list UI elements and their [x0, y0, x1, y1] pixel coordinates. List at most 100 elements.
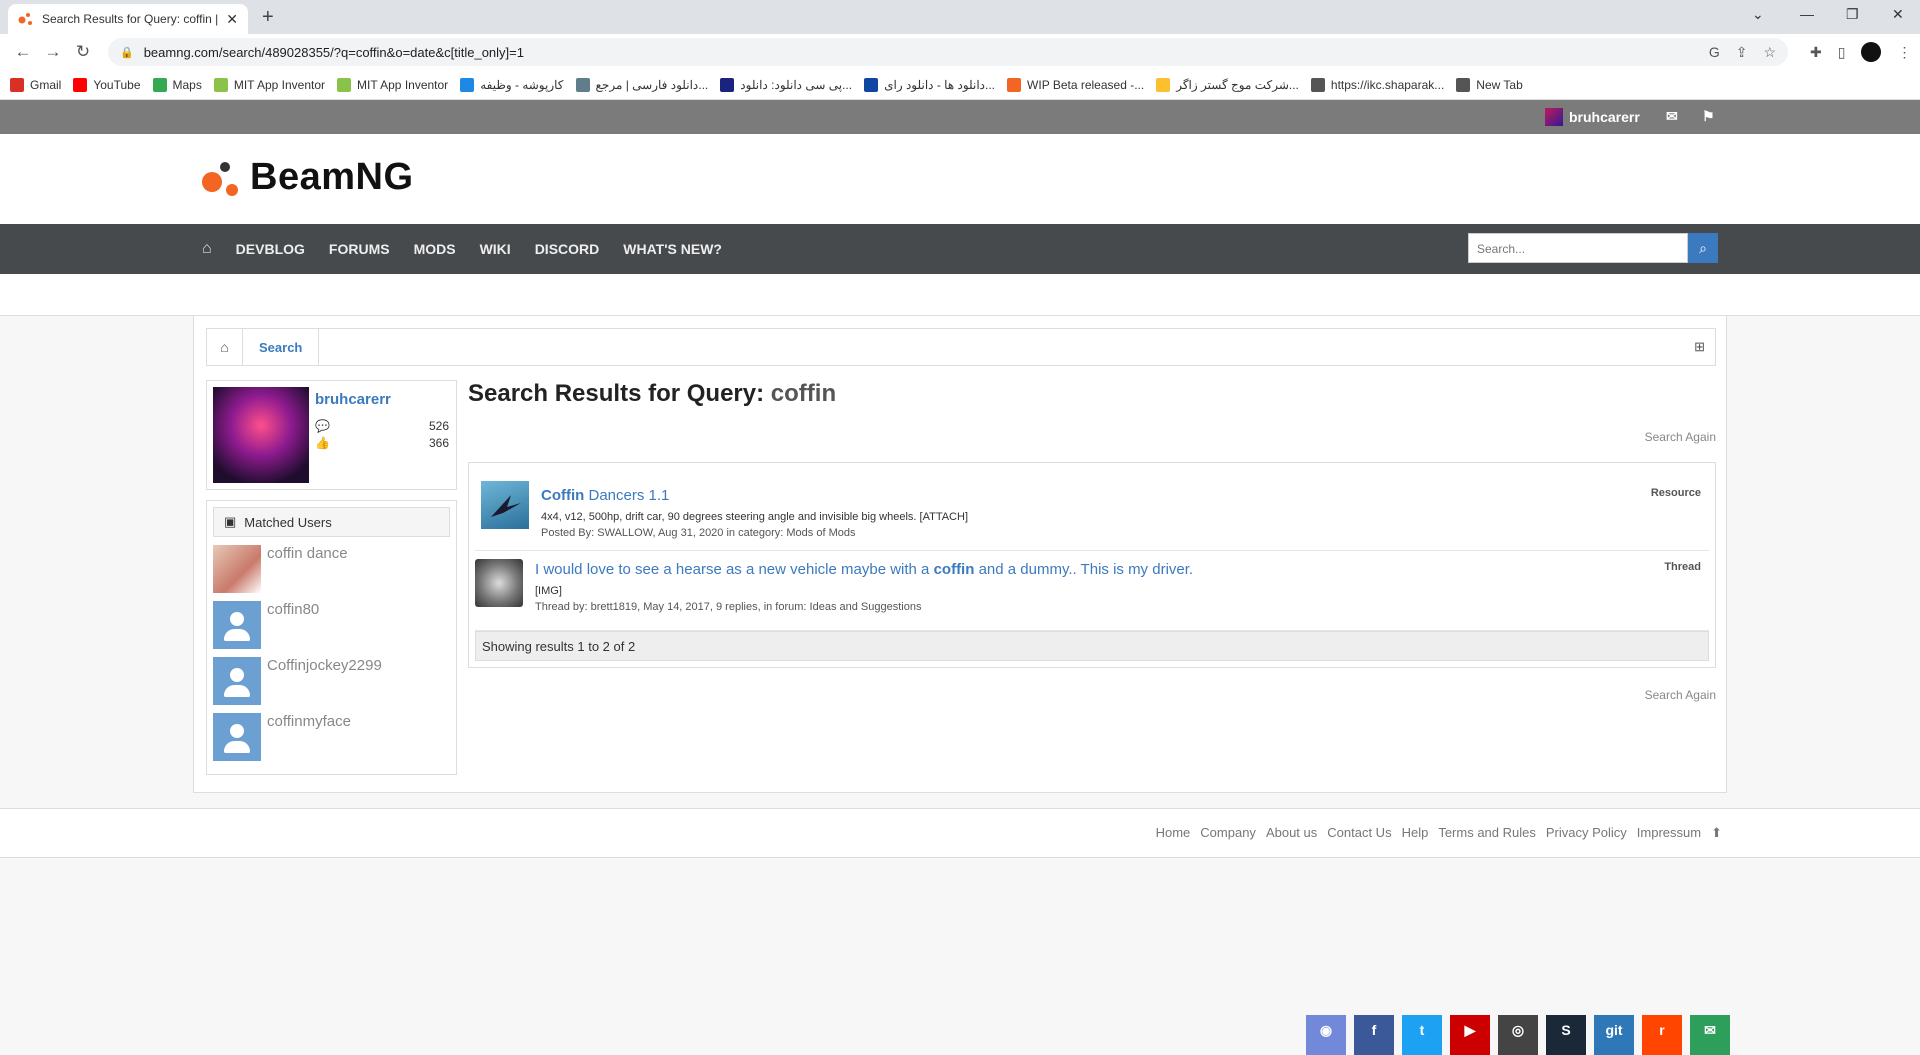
nav-discord[interactable]: DISCORD: [535, 241, 600, 257]
footer-link[interactable]: Terms and Rules: [1438, 825, 1536, 841]
matched-user[interactable]: coffinmyface: [213, 713, 450, 761]
bookmark-label[interactable]: New Tab: [1476, 78, 1522, 92]
bookmark-label[interactable]: MIT App Inventor: [357, 78, 448, 92]
instagram-icon[interactable]: ◎: [1498, 1015, 1538, 1055]
result-title-link[interactable]: Coffin Dancers 1.1: [541, 487, 669, 504]
bookmark-item[interactable]: کارپوشه - وظیفه: [460, 77, 564, 92]
matched-user[interactable]: coffin dance: [213, 545, 450, 593]
tab-close-icon[interactable]: ✕: [226, 11, 238, 28]
nav-wiki[interactable]: WIKI: [480, 241, 511, 257]
bookmark-item[interactable]: YouTube: [73, 77, 141, 92]
result-title-pre[interactable]: I would love to see a hearse as a new ve…: [535, 561, 929, 578]
matched-user-name[interactable]: Coffinjockey2299: [267, 657, 382, 674]
sitemap-icon[interactable]: ⊞: [1694, 339, 1705, 355]
footer-link[interactable]: Company: [1200, 825, 1256, 841]
footer-link[interactable]: About us: [1266, 825, 1317, 841]
nav-devblog[interactable]: DEVBLOG: [236, 241, 305, 257]
browser-tab[interactable]: Search Results for Query: coffin | ✕: [8, 4, 248, 34]
profile-avatar[interactable]: [1861, 42, 1882, 62]
bookmark-label[interactable]: YouTube: [93, 78, 140, 92]
search-again-link-bottom[interactable]: Search Again: [468, 688, 1716, 702]
result-title-rest[interactable]: Dancers 1.1: [589, 487, 670, 504]
restore-button[interactable]: ❐: [1846, 6, 1859, 23]
bookmark-label[interactable]: شرکت موج گستر زاگر...: [1176, 78, 1299, 92]
matched-user-name[interactable]: coffinmyface: [267, 713, 351, 730]
bookmark-item[interactable]: Maps: [152, 77, 202, 92]
facebook-icon[interactable]: f: [1354, 1015, 1394, 1055]
bookmark-label[interactable]: MIT App Inventor: [234, 78, 325, 92]
result-title-match[interactable]: coffin: [934, 561, 975, 578]
default-avatar-icon[interactable]: [213, 601, 261, 649]
git-icon[interactable]: git: [1594, 1015, 1634, 1055]
site-search-input[interactable]: Search...: [1468, 233, 1688, 263]
result-title-match[interactable]: Coffin: [541, 487, 584, 504]
bookmark-label[interactable]: کارپوشه - وظیفه: [480, 78, 563, 92]
beamng-logo[interactable]: BeamNG: [202, 156, 414, 199]
bookmark-item[interactable]: https://ikc.shaparak...: [1310, 77, 1444, 92]
bookmark-item[interactable]: Gmail: [10, 77, 61, 92]
bookmark-label[interactable]: دانلود ها - دانلود رای...: [884, 78, 995, 92]
bookmark-item[interactable]: شرکت موج گستر زاگر...: [1156, 77, 1299, 92]
side-panel-icon[interactable]: ▯: [1838, 44, 1846, 61]
bookmark-label[interactable]: دانلود فارسی | مرجع...: [596, 78, 709, 92]
account-link[interactable]: bruhcarerr: [1545, 108, 1640, 126]
breadcrumb-home-icon[interactable]: ⌂: [207, 329, 243, 365]
nav-forums[interactable]: FORUMS: [329, 241, 390, 257]
sidebar-username[interactable]: bruhcarerr: [315, 391, 391, 408]
reload-icon[interactable]: ↻: [68, 42, 98, 62]
bookmark-item[interactable]: MIT App Inventor: [213, 77, 325, 92]
youtube-icon[interactable]: ▶: [1450, 1015, 1490, 1055]
back-to-top-icon[interactable]: ⬆: [1711, 825, 1722, 841]
bookmark-label[interactable]: پی سی دانلود: دانلود...: [740, 78, 852, 92]
steam-icon[interactable]: S: [1546, 1015, 1586, 1055]
alerts-flag-icon[interactable]: ⚑: [1702, 108, 1715, 125]
resource-thumbnail[interactable]: [481, 481, 529, 529]
discord-icon[interactable]: ◉: [1306, 1015, 1346, 1055]
default-avatar-icon[interactable]: [213, 713, 261, 761]
bookmark-label[interactable]: Maps: [173, 78, 202, 92]
user-avatar[interactable]: [213, 387, 309, 483]
result-meta[interactable]: Posted By: SWALLOW, Aug 31, 2020 in cate…: [541, 527, 855, 539]
bookmark-label[interactable]: WIP Beta released -...: [1027, 78, 1144, 92]
bookmark-item[interactable]: دانلود ها - دانلود رای...: [864, 77, 995, 92]
bookmark-label[interactable]: Gmail: [30, 78, 61, 92]
bookmark-label[interactable]: https://ikc.shaparak...: [1331, 78, 1444, 92]
bookmark-item[interactable]: MIT App Inventor: [337, 77, 448, 92]
bookmark-item[interactable]: WIP Beta released -...: [1007, 77, 1144, 92]
thread-author-avatar[interactable]: [475, 559, 523, 607]
account-username[interactable]: bruhcarerr: [1569, 109, 1640, 125]
bookmark-item[interactable]: New Tab: [1456, 77, 1523, 92]
tab-search-icon[interactable]: ⌄: [1752, 6, 1764, 23]
bookmark-star-icon[interactable]: ☆: [1763, 44, 1776, 61]
footer-link[interactable]: Home: [1156, 825, 1191, 841]
browser-menu-icon[interactable]: ⋮: [1897, 44, 1911, 61]
close-window-button[interactable]: ✕: [1892, 6, 1904, 23]
twitter-icon[interactable]: t: [1402, 1015, 1442, 1055]
lock-icon[interactable]: 🔒: [120, 46, 134, 59]
email-icon[interactable]: ✉: [1690, 1015, 1730, 1055]
footer-link[interactable]: Help: [1402, 825, 1429, 841]
matched-user-name[interactable]: coffin80: [267, 601, 319, 618]
bookmark-item[interactable]: دانلود فارسی | مرجع...: [575, 77, 709, 92]
matched-user-avatar[interactable]: [213, 545, 261, 593]
url-text[interactable]: beamng.com/search/489028355/?q=coffin&o=…: [144, 45, 524, 60]
inbox-envelope-icon[interactable]: ✉: [1666, 108, 1678, 125]
forward-arrow-icon[interactable]: →: [38, 42, 68, 62]
google-lens-icon[interactable]: G: [1709, 44, 1720, 61]
nav-whats-new[interactable]: WHAT'S NEW?: [623, 241, 722, 257]
matched-user[interactable]: coffin80: [213, 601, 450, 649]
bookmark-item[interactable]: پی سی دانلود: دانلود...: [720, 77, 852, 92]
nav-mods[interactable]: MODS: [414, 241, 456, 257]
result-meta[interactable]: Thread by: brett1819, May 14, 2017, 9 re…: [535, 601, 921, 613]
back-arrow-icon[interactable]: ←: [8, 42, 38, 62]
footer-link[interactable]: Impressum: [1637, 825, 1701, 841]
result-title-link[interactable]: I would love to see a hearse as a new ve…: [535, 561, 1193, 578]
share-icon[interactable]: ⇪: [1736, 44, 1748, 61]
search-submit-icon[interactable]: ⌕: [1688, 233, 1718, 263]
nav-home-icon[interactable]: ⌂: [202, 240, 212, 258]
new-tab-button[interactable]: +: [262, 6, 274, 29]
search-again-link[interactable]: Search Again: [468, 430, 1716, 444]
matched-user-name[interactable]: coffin dance: [267, 545, 348, 562]
minimize-button[interactable]: —: [1800, 6, 1814, 22]
reddit-icon[interactable]: r: [1642, 1015, 1682, 1055]
